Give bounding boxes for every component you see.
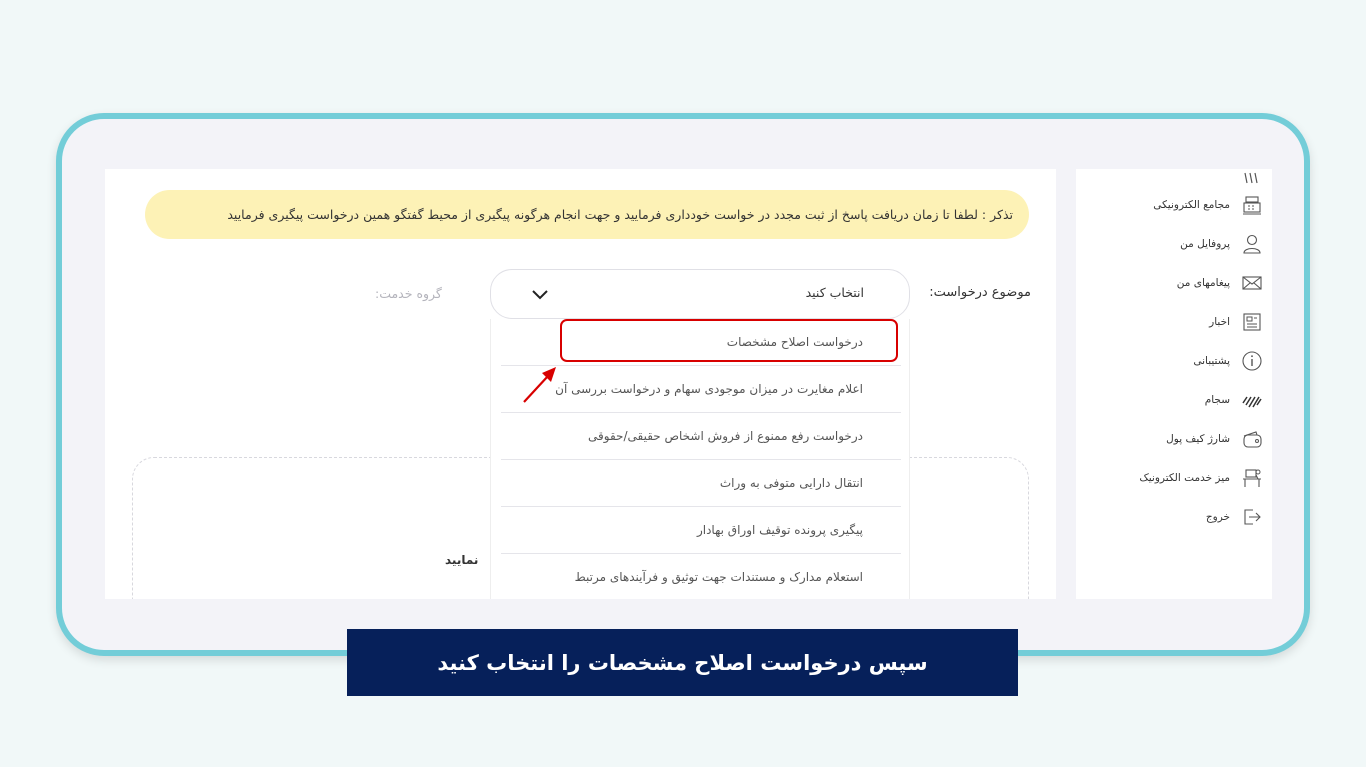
main-content: تذکر : لطفا تا زمان دریافت پاسخ از ثبت م… [105,169,1056,599]
newspaper-icon [1240,310,1264,334]
service-group-label: گروه خدمت: [375,286,442,301]
dropdown-option[interactable]: استعلام مدارک و مستندات جهت توثیق و فرآی… [501,554,901,599]
user-icon [1240,232,1264,256]
dropdown-option[interactable]: انتقال دارایی متوفی به وراث [501,460,901,507]
pointer-arrow-icon [523,367,556,403]
info-icon [1240,349,1264,373]
dropdown-option[interactable]: پیگیری پرونده توقیف اوراق بهادار [501,507,901,554]
sidebar-item-label: پیغامهای من [1176,277,1230,289]
sidebar-item-label: اخبار [1209,316,1230,328]
wallet-icon [1240,427,1264,451]
subject-select[interactable]: انتخاب کنید [490,269,910,319]
partial-icon [1240,169,1264,186]
subject-label: موضوع درخواست: [929,285,1031,300]
sidebar-item-profile[interactable]: پروفایل من [1180,231,1264,257]
envelope-icon [1240,271,1264,295]
sidebar-item-label: شارژ کیف پول [1166,433,1230,445]
sidebar-item-label: پروفایل من [1180,238,1230,250]
sidebar-item-support[interactable]: پشتیبانی [1193,348,1264,374]
screenshot-frame: مجامع الکترونیکی پروفایل من پیغامهای من … [56,113,1310,656]
sidebar-item-label: پشتیبانی [1193,355,1230,367]
instruction-caption: سپس درخواست اصلاح مشخصات را انتخاب کنید [347,629,1018,696]
dropdown-option[interactable]: اعلام مغایرت در میزان موجودی سهام و درخو… [501,366,901,413]
sidebar-item-hidden[interactable] [1240,169,1264,187]
service-desk-icon [1240,466,1264,490]
sidebar-item-assemblies[interactable]: مجامع الکترونیکی [1153,192,1264,218]
highlight-box [560,319,898,362]
chevron-down-icon [532,290,548,300]
sidebar: مجامع الکترونیکی پروفایل من پیغامهای من … [1076,169,1272,599]
sidebar-item-service-desk[interactable]: میز خدمت الکترونیک [1139,465,1264,491]
sidebar-item-label: میز خدمت الکترونیک [1139,472,1230,484]
sidebar-item-logout[interactable]: خروج [1206,504,1264,530]
sidebar-item-news[interactable]: اخبار [1209,309,1264,335]
sidebar-item-wallet[interactable]: شارژ کیف پول [1166,426,1264,452]
sidebar-item-label: سجام [1204,394,1230,406]
sejam-logo-icon [1240,388,1264,412]
notice-banner: تذکر : لطفا تا زمان دریافت پاسخ از ثبت م… [145,190,1029,239]
sidebar-item-messages[interactable]: پیغامهای من [1177,270,1264,296]
dropdown-option[interactable]: درخواست رفع ممنوع از فروش اشخاص حقیقی/حق… [501,413,901,460]
building-icon [1240,193,1264,217]
sidebar-item-label: خروج [1205,511,1230,523]
logout-icon [1240,505,1264,529]
sidebar-item-sejam[interactable]: سجام [1205,387,1264,413]
select-value: انتخاب کنید [805,285,864,300]
sidebar-item-label: مجامع الکترونیکی [1153,199,1230,211]
